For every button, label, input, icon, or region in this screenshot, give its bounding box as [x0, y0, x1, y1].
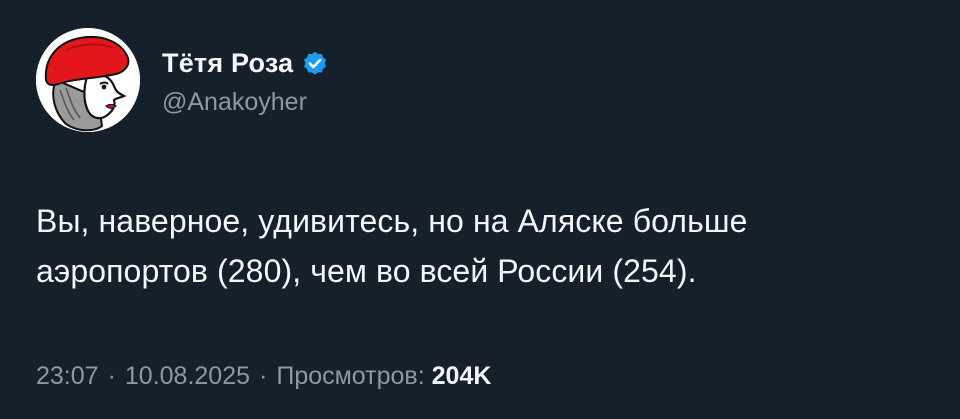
tweet-meta: 23:07 · 10.08.2025 · Просмотров: 204K	[36, 362, 491, 391]
separator-dot: ·	[107, 362, 116, 390]
user-info: Тётя Роза @Anakoyher	[162, 28, 329, 132]
tweet-time[interactable]: 23:07	[36, 362, 99, 391]
name-row: Тётя Роза	[162, 44, 329, 84]
tweet-text-line: аэропортов (280), чем во всей России (25…	[36, 253, 697, 289]
tweet-text: Вы, наверное, удивитесь, но на Аляске бо…	[36, 196, 936, 296]
views-count[interactable]: 204K	[432, 362, 492, 391]
user-handle[interactable]: @Anakoyher	[162, 88, 329, 117]
avatar[interactable]	[36, 28, 140, 132]
avatar-woman-red-hat-icon	[36, 28, 140, 132]
tweet-text-line: Вы, наверное, удивитесь, но на Аляске бо…	[36, 203, 748, 239]
tweet-header: Тётя Роза @Anakoyher	[36, 28, 329, 132]
tweet-card: Тётя Роза @Anakoyher Вы, наверное, удиви…	[0, 0, 960, 419]
separator-dot: ·	[259, 362, 268, 390]
verified-badge-icon[interactable]	[301, 50, 329, 78]
views-label: Просмотров:	[276, 362, 425, 390]
tweet-date[interactable]: 10.08.2025	[125, 362, 250, 391]
display-name[interactable]: Тётя Роза	[162, 48, 293, 79]
